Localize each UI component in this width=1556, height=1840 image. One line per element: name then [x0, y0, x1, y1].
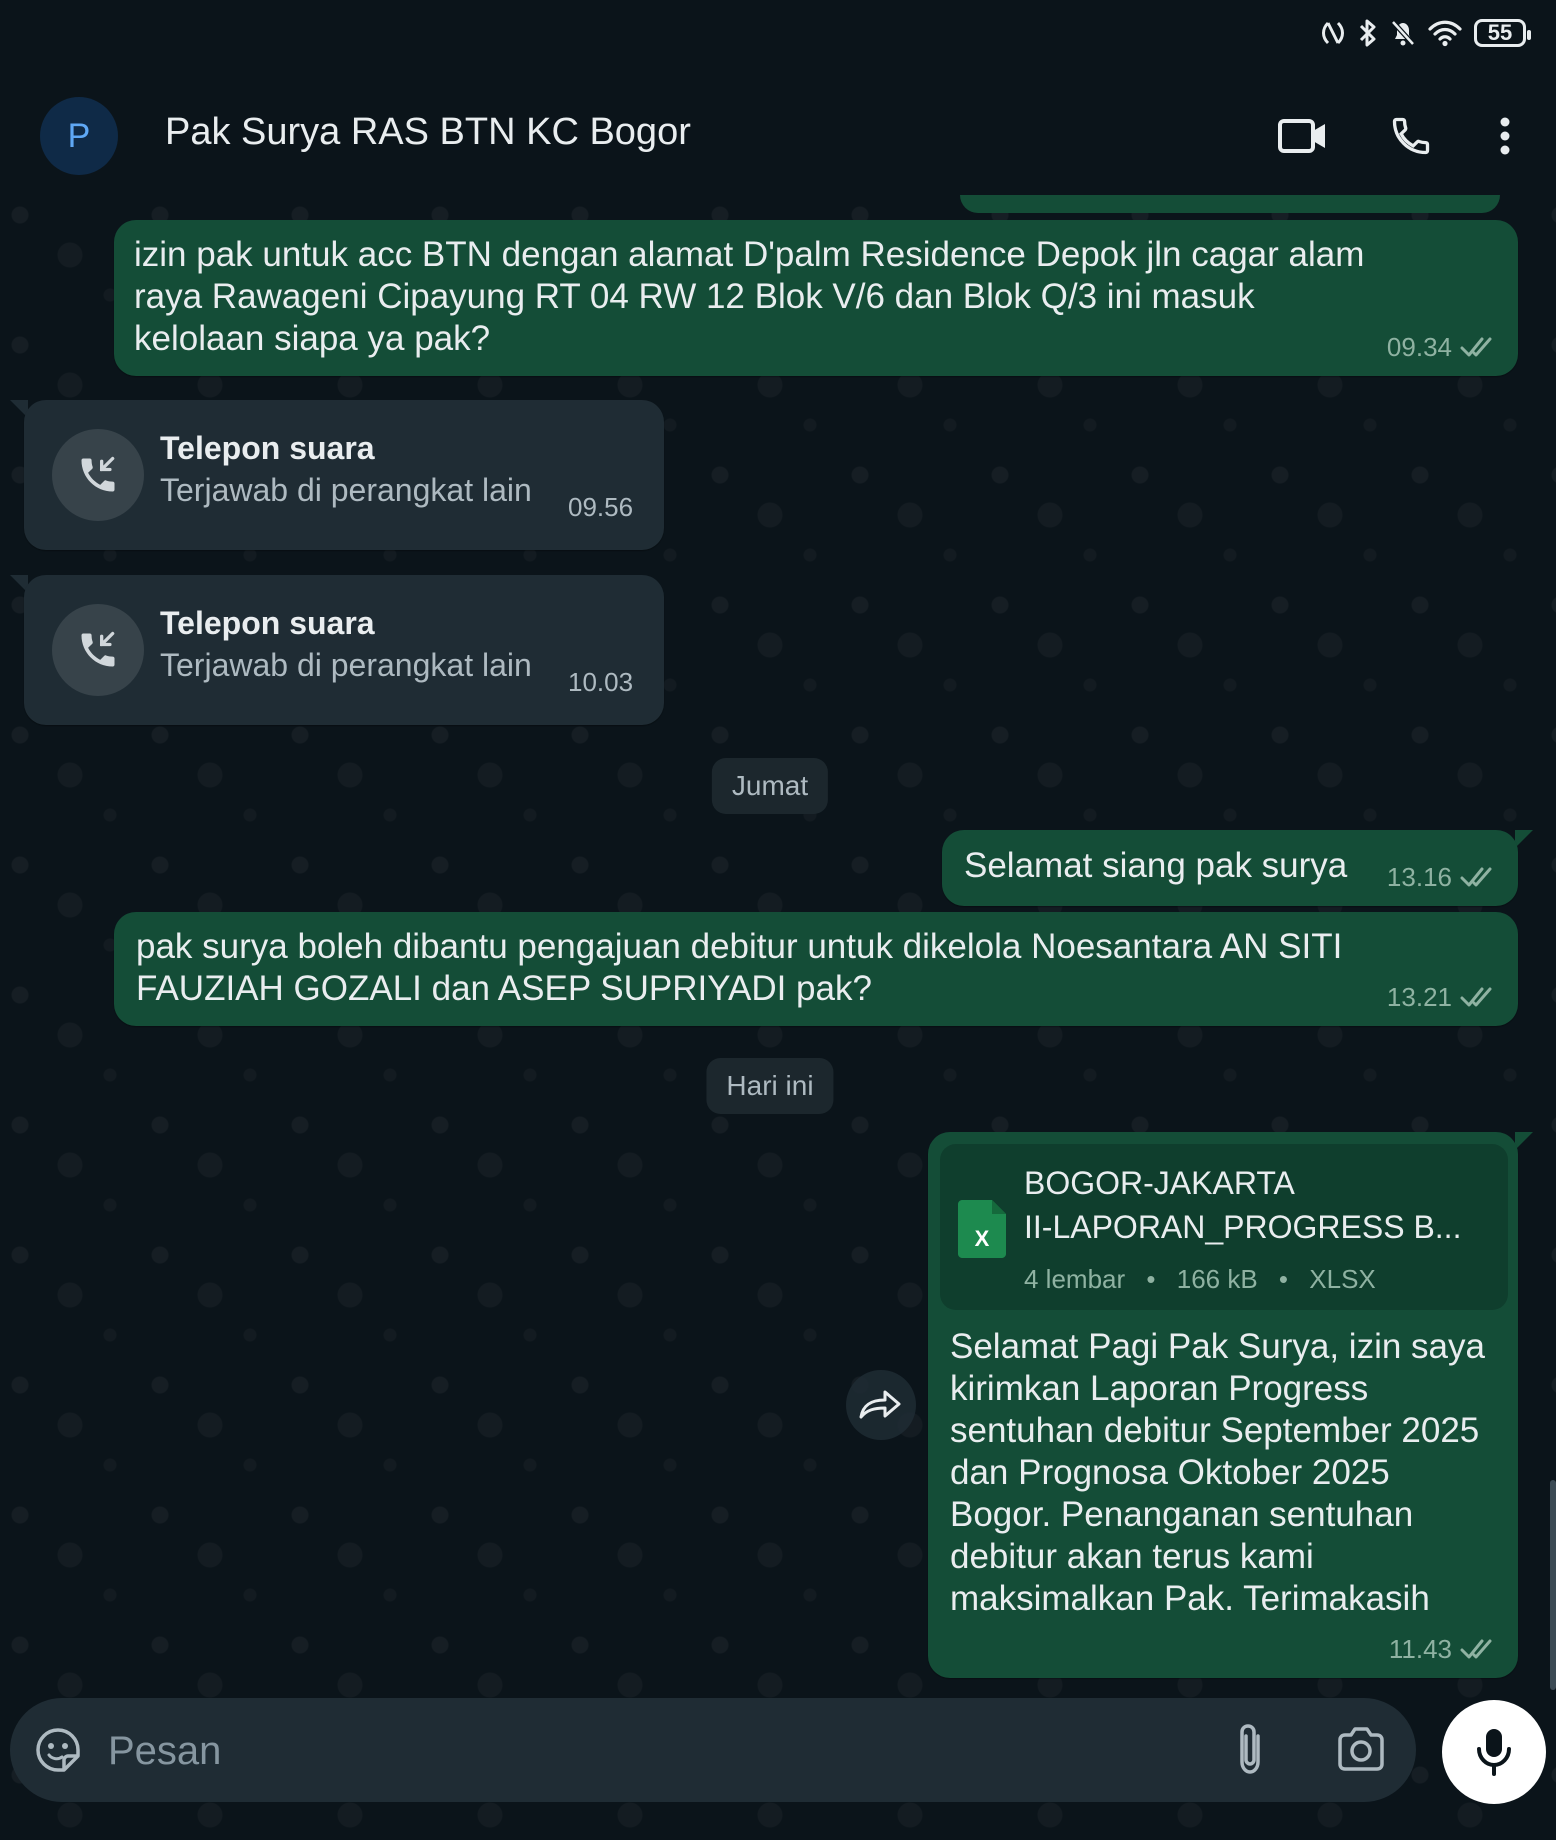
message-meta: 09.34	[1387, 326, 1498, 368]
mic-button[interactable]	[1442, 1700, 1546, 1804]
message-time: 10.03	[568, 667, 634, 697]
call-title: Telepon suara	[160, 605, 375, 641]
bluetooth-icon	[1359, 19, 1376, 47]
battery-level: 55	[1487, 20, 1513, 45]
message-meta: 13.16	[1387, 856, 1498, 898]
battery-icon: 55	[1474, 19, 1531, 47]
read-receipt-icon	[1460, 987, 1492, 1007]
message-time: 09.56	[568, 492, 634, 522]
message-time: 13.16	[1386, 862, 1452, 892]
avatar[interactable]: P	[40, 97, 118, 175]
contact-name[interactable]: Pak Surya RAS BTN KC Bogor	[165, 111, 691, 154]
scrollbar[interactable]	[1550, 1480, 1556, 1690]
message-input[interactable]	[106, 1720, 1130, 1782]
mute-icon	[1391, 20, 1415, 46]
video-call-icon[interactable]	[1276, 111, 1330, 161]
chat-header: P Pak Surya RAS BTN KC Bogor	[0, 75, 1556, 195]
read-receipt-icon	[1460, 867, 1492, 887]
bubble-tail	[1515, 1132, 1533, 1150]
avatar-letter: P	[67, 116, 91, 155]
file-attachment[interactable]: X BOGOR-JAKARTA II-LAPORAN_PROGRESS B...…	[940, 1144, 1508, 1310]
call-title: Telepon suara	[160, 430, 375, 466]
mic-icon	[1477, 1729, 1511, 1776]
date-separator: Jumat	[711, 758, 829, 814]
forward-icon[interactable]	[846, 1370, 916, 1440]
status-icons: 55	[1320, 18, 1531, 48]
status-bar: 55	[0, 0, 1556, 75]
file-size: 166 kB	[1176, 1264, 1258, 1294]
voice-call-icon[interactable]	[1384, 111, 1438, 161]
message-composer	[10, 1698, 1416, 1802]
camera-icon[interactable]	[1336, 1726, 1386, 1777]
wifi-icon	[1428, 20, 1462, 47]
incoming-call-icon	[52, 604, 144, 696]
date-separator: Hari ini	[706, 1058, 834, 1114]
more-options-icon[interactable]	[1480, 111, 1530, 161]
file-meta: 4 lembar • 166 kB • XLSX	[1024, 1264, 1376, 1294]
read-receipt-icon	[1460, 1639, 1492, 1659]
emoji-icon[interactable]	[34, 1726, 82, 1779]
incoming-call-icon	[52, 429, 144, 521]
nfc-icon	[1322, 21, 1344, 45]
message-text: pak surya boleh dibantu pengajuan debitu…	[136, 927, 1343, 1008]
xlsx-icon-letter: X	[975, 1226, 990, 1251]
outgoing-message[interactable]: pak surya boleh dibantu pengajuan debitu…	[114, 912, 1518, 1026]
file-pages: 4 lembar	[1024, 1264, 1126, 1294]
voice-call-message[interactable]: Telepon suara Terjawab di perangkat lain…	[24, 575, 664, 725]
message-time: 13.21	[1386, 982, 1452, 1012]
message-text: izin pak untuk acc BTN dengan alamat D'p…	[134, 235, 1365, 358]
read-receipt-icon	[1460, 337, 1492, 357]
message-meta: 11.43	[1389, 1628, 1498, 1670]
call-subtitle: Terjawab di perangkat lain	[160, 647, 532, 683]
file-extension: XLSX	[1309, 1264, 1376, 1294]
xlsx-file-icon: X	[958, 1200, 1006, 1258]
outgoing-message[interactable]: Selamat siang pak surya 13.16	[942, 830, 1518, 906]
message-time: 11.43	[1388, 1634, 1452, 1664]
outgoing-file-message[interactable]: X BOGOR-JAKARTA II-LAPORAN_PROGRESS B...…	[928, 1132, 1518, 1678]
bubble-tail	[1515, 830, 1533, 848]
file-name-line2: II-LAPORAN_PROGRESS B...	[1024, 1209, 1462, 1245]
attach-icon[interactable]	[1232, 1722, 1268, 1783]
file-name-line1: BOGOR-JAKARTA	[1024, 1165, 1295, 1201]
call-subtitle: Terjawab di perangkat lain	[160, 472, 532, 508]
message-meta: 13.21	[1387, 976, 1498, 1018]
voice-call-message[interactable]: Telepon suara Terjawab di perangkat lain…	[24, 400, 664, 550]
message-text: Selamat Pagi Pak Surya, izin saya kirimk…	[950, 1327, 1485, 1618]
outgoing-message[interactable]: izin pak untuk acc BTN dengan alamat D'p…	[114, 220, 1518, 376]
message-time: 09.34	[1386, 332, 1452, 362]
previous-message-edge	[960, 195, 1500, 213]
